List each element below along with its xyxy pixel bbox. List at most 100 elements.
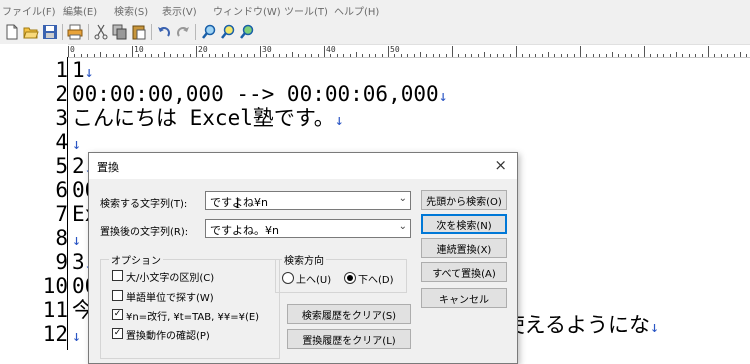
- line-break-mark: ↓: [72, 231, 82, 249]
- clear-replace-history-button[interactable]: 置換履歴をクリア(L): [287, 329, 411, 349]
- ruler-tick: [746, 54, 748, 57]
- ruler-tick: [490, 54, 492, 57]
- ruler-tick: [701, 54, 703, 57]
- ruler-tick: [324, 46, 325, 57]
- ruler-tick: [560, 54, 562, 57]
- line-number: 2: [55, 82, 68, 106]
- option-escape-checkbox[interactable]: ✓: [112, 309, 123, 320]
- cancel-button[interactable]: キャンセル: [421, 288, 507, 308]
- cut-icon[interactable]: [93, 24, 109, 40]
- ruler-tick: [189, 54, 191, 57]
- find-prev-icon[interactable]: [239, 24, 255, 40]
- new-file-icon[interactable]: [4, 24, 20, 40]
- find-next-icon[interactable]: [220, 24, 236, 40]
- ruler-tick: [279, 54, 281, 57]
- ruler-tick: [464, 54, 466, 57]
- options-title: オプション: [109, 252, 163, 267]
- ruler-tick: [356, 52, 357, 57]
- ruler-tick: [221, 54, 223, 57]
- ruler-tick: [567, 54, 569, 57]
- save-icon[interactable]: [42, 24, 58, 40]
- copy-icon[interactable]: [112, 24, 128, 40]
- search-from-top-button[interactable]: 先頭から検索(O): [421, 190, 507, 210]
- ruler-tick: [612, 52, 613, 57]
- ruler-tick: [740, 52, 741, 57]
- line-break-mark: ↓: [72, 327, 82, 345]
- ruler-tick: [522, 54, 524, 57]
- dialog-titlebar[interactable]: 置換 ×: [89, 153, 517, 179]
- ruler-tick: [471, 54, 473, 57]
- ruler-tick: [676, 52, 677, 57]
- menu-help[interactable]: ヘルプ(H): [334, 3, 379, 18]
- line-break-mark: ↓: [72, 135, 82, 153]
- close-icon[interactable]: ×: [494, 156, 507, 174]
- ruler-tick: [452, 46, 453, 57]
- ruler-tick: [548, 52, 549, 57]
- editor-line-text: 1: [72, 58, 85, 82]
- direction-down-radio[interactable]: [344, 272, 356, 284]
- editor-line: こんにちは Excel塾です。↓: [72, 106, 344, 132]
- line-number: 5: [55, 154, 68, 178]
- find-icon[interactable]: [201, 24, 217, 40]
- ruler-tick: [330, 54, 332, 57]
- menu-window[interactable]: ウィンドウ(W): [213, 3, 281, 18]
- clear-find-history-button[interactable]: 検索履歴をクリア(S): [287, 304, 411, 324]
- redo-icon[interactable]: [175, 24, 191, 40]
- ruler-tick: [573, 54, 575, 57]
- ruler-tick: [445, 54, 447, 57]
- option-case-label: 大/小文字の区別(C): [126, 273, 215, 284]
- editor-line: ↓: [72, 130, 81, 156]
- chevron-down-icon[interactable]: ⌄: [399, 193, 407, 204]
- ruler-tick: [260, 46, 261, 57]
- ruler-tick: [682, 54, 684, 57]
- text-cursor-icon: I: [235, 197, 241, 212]
- editor-line-text: 2: [72, 154, 85, 178]
- editor-line: 1↓: [72, 58, 94, 84]
- menu-search[interactable]: 検索(S): [114, 3, 148, 18]
- ruler-tick: [484, 52, 485, 57]
- ruler-tick: [343, 54, 345, 57]
- menu-file[interactable]: ファイル(F): [2, 3, 56, 18]
- print-icon[interactable]: [67, 24, 83, 40]
- find-label: 検索する文字列(T):: [100, 199, 188, 210]
- direction-up-radio[interactable]: [282, 272, 294, 284]
- option-confirm-label: 置換動作の確認(P): [126, 331, 210, 342]
- ruler-tick: [247, 54, 249, 57]
- ruler-tick: [298, 54, 300, 57]
- replace-dialog: 置換 × 検索する文字列(T): ですよね¥n ⌄ 置換後の文字列(R): です…: [88, 152, 518, 364]
- line-number: 6: [55, 178, 68, 202]
- ruler-tick: [266, 54, 268, 57]
- ruler-tick: [554, 54, 556, 57]
- option-escape-label: ¥n=改行, ¥t=TAB, ¥¥=¥(E): [126, 312, 260, 323]
- find-next-button[interactable]: 次を検索(N): [421, 214, 507, 234]
- editor-line-text: 00:00:00,000 --> 00:00:06,000: [72, 82, 439, 106]
- undo-icon[interactable]: [156, 24, 172, 40]
- menu-view[interactable]: 表示(V): [162, 3, 197, 18]
- ruler-tick: [509, 54, 511, 57]
- ruler-tick: [100, 52, 101, 57]
- replace-input[interactable]: ですよね。¥n ⌄: [205, 219, 411, 238]
- ruler-tick: [132, 46, 133, 57]
- ruler-tick: [215, 54, 217, 57]
- chevron-down-icon[interactable]: ⌄: [399, 221, 407, 232]
- option-case-checkbox[interactable]: [112, 270, 123, 281]
- ruler-tick: [138, 54, 140, 57]
- ruler-tick: [176, 54, 178, 57]
- menu-tools[interactable]: ツール(T): [284, 3, 328, 18]
- option-word-checkbox[interactable]: [112, 290, 123, 301]
- toolbar: [0, 20, 750, 44]
- line-number: 4: [55, 130, 68, 154]
- ruler-tick: [285, 54, 287, 57]
- open-folder-icon[interactable]: [23, 24, 39, 40]
- menu-edit[interactable]: 編集(E): [63, 3, 97, 18]
- ruler-tick: [170, 54, 172, 57]
- ruler-tick: [432, 54, 434, 57]
- ruler-tick: [196, 46, 197, 57]
- replace-all-button[interactable]: すべて置換(A): [421, 262, 507, 282]
- paste-icon[interactable]: [131, 24, 147, 40]
- option-confirm-checkbox[interactable]: ✓: [112, 328, 123, 339]
- ruler-tick: [708, 46, 709, 57]
- line-number-gutter: 1 2 3 4 5 6 7 8 9 10 11 12: [0, 57, 68, 350]
- ruler-tick: [400, 54, 402, 57]
- replace-continuous-button[interactable]: 連続置換(X): [421, 238, 507, 258]
